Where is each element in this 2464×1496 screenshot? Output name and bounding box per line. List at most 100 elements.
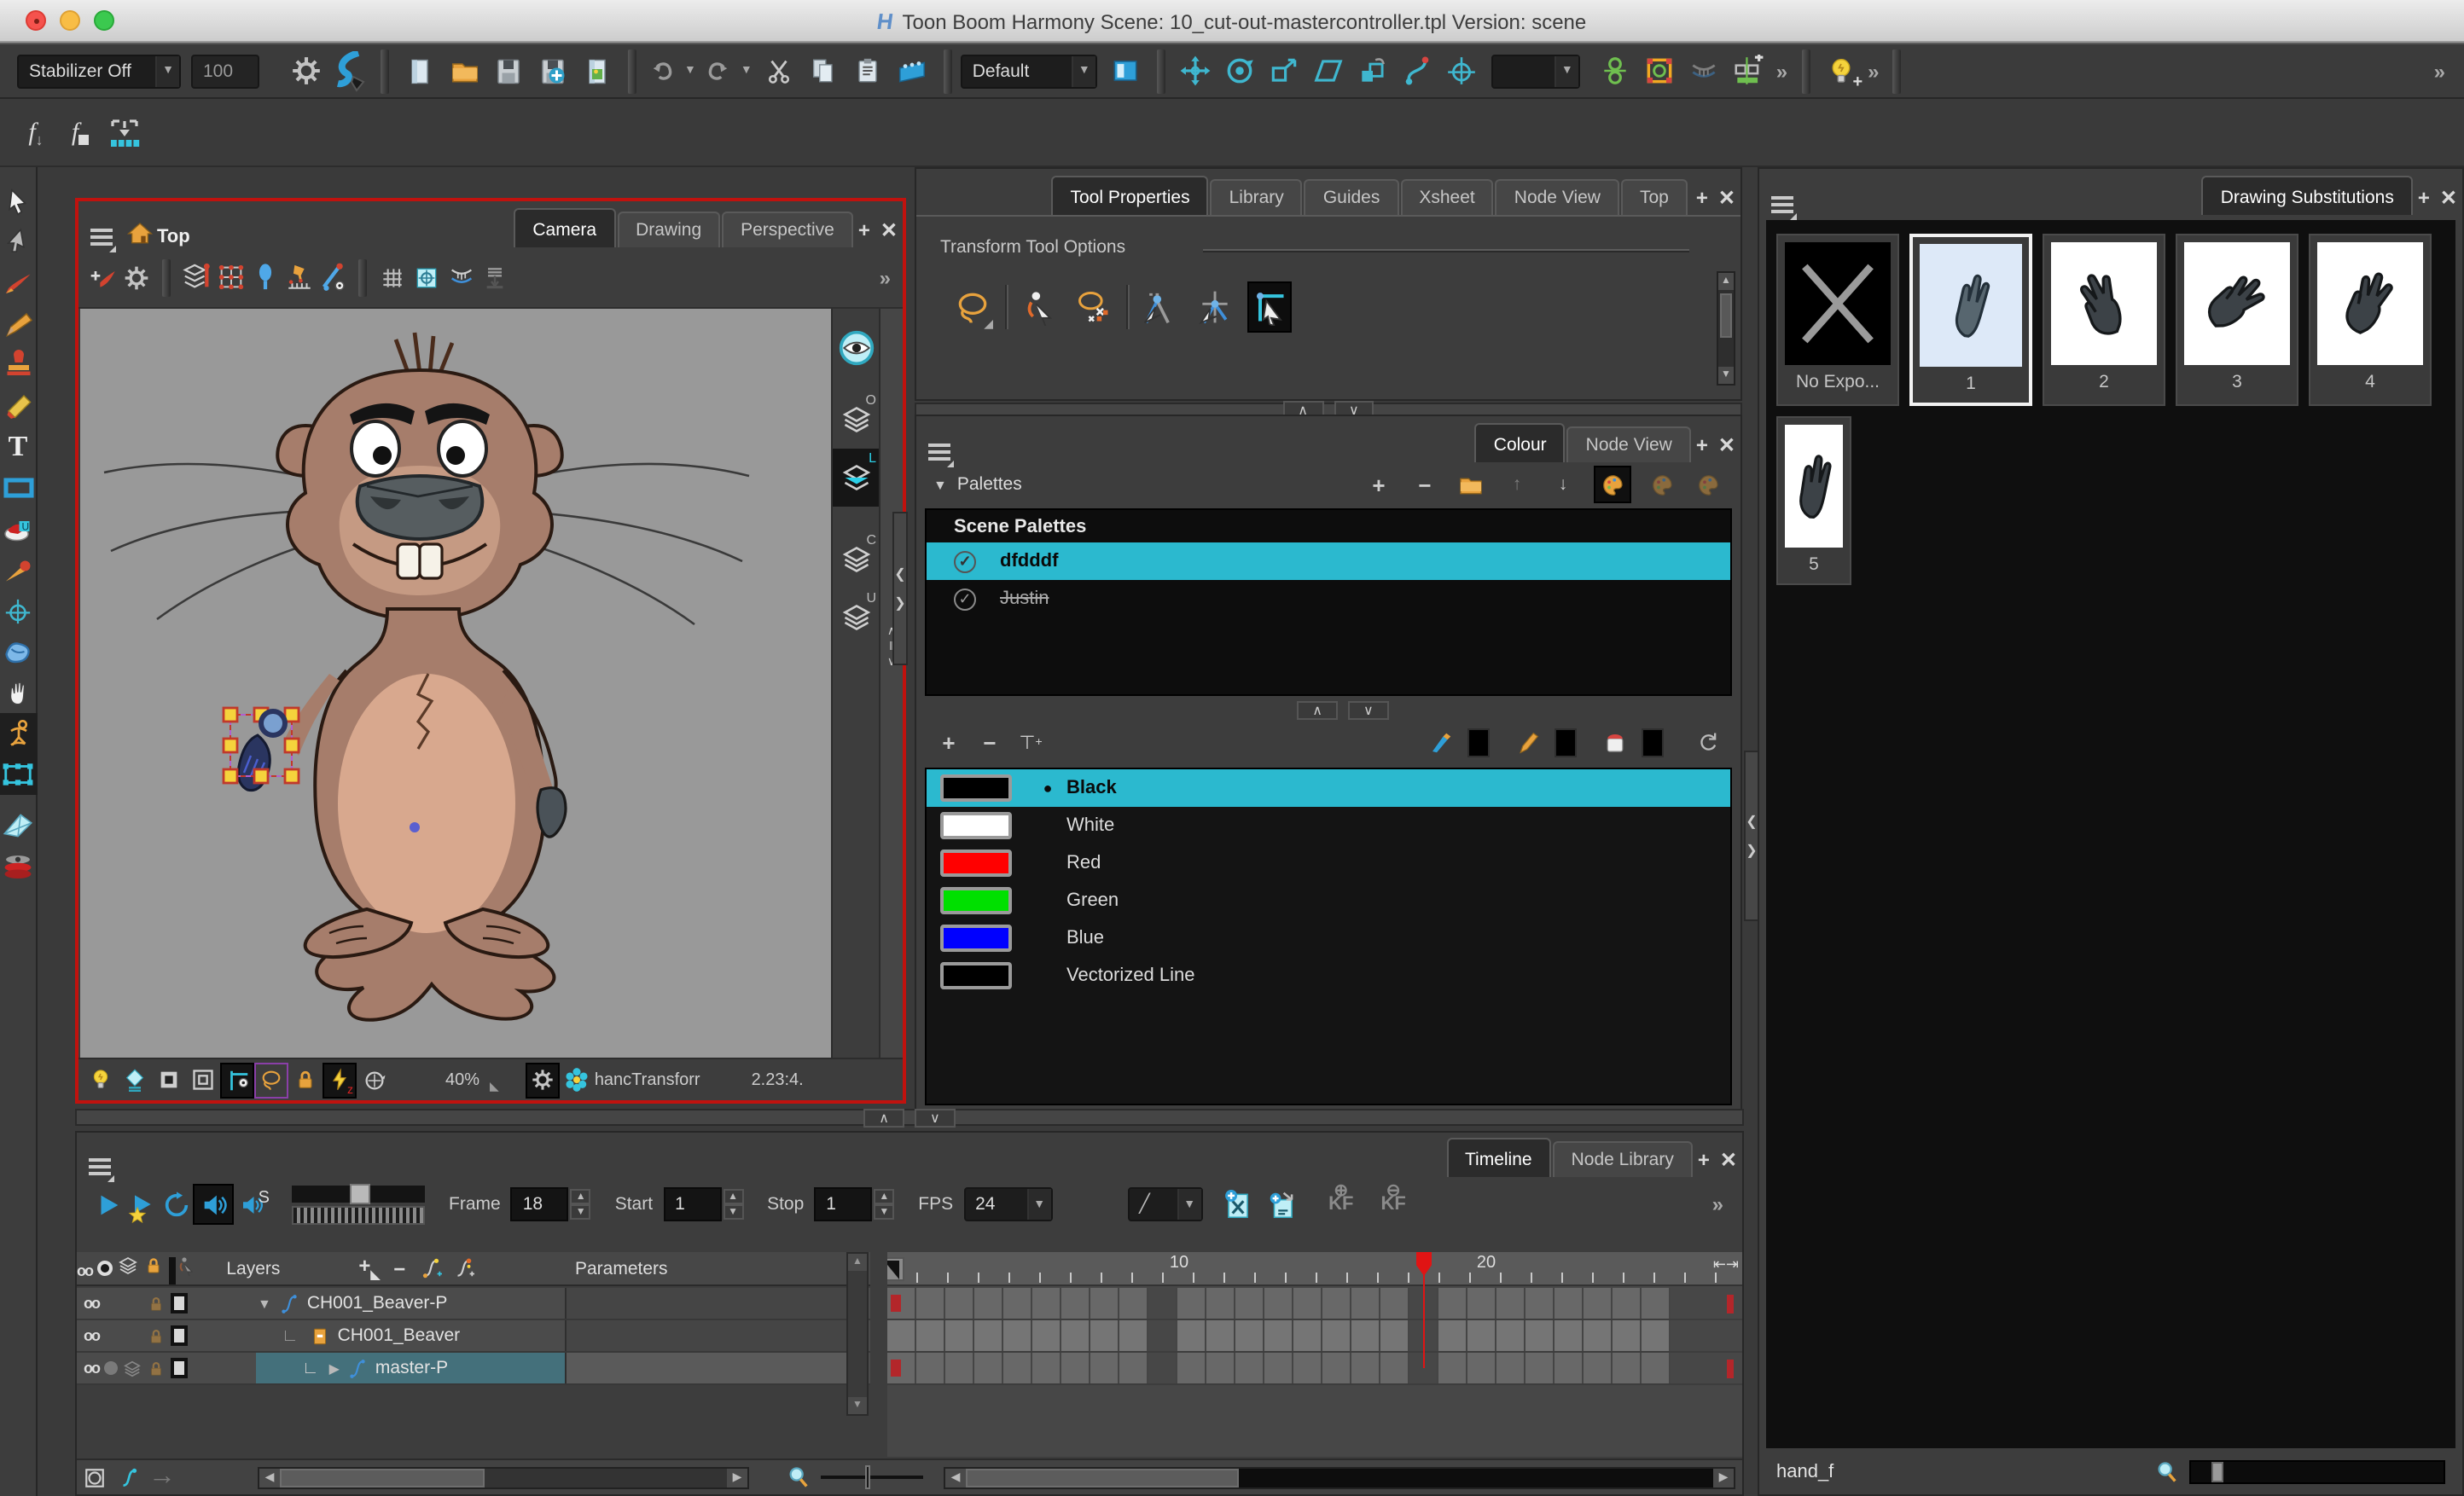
close-view-button[interactable]: ✕ bbox=[1713, 433, 1740, 457]
cinematic-button[interactable] bbox=[891, 49, 935, 93]
frame-cell[interactable] bbox=[1119, 1320, 1148, 1351]
frame-cell[interactable] bbox=[1061, 1320, 1090, 1351]
frame-cell[interactable] bbox=[1584, 1320, 1613, 1351]
loop-button[interactable] bbox=[159, 1182, 193, 1226]
eraser-tool[interactable] bbox=[0, 386, 37, 426]
frame-cell[interactable] bbox=[1177, 1288, 1206, 1319]
tab-colour[interactable]: Colour bbox=[1475, 423, 1566, 462]
add-palette-button[interactable]: + bbox=[1363, 469, 1394, 500]
animate-mode-tool[interactable] bbox=[0, 713, 37, 754]
dropper-tool[interactable] bbox=[0, 549, 37, 590]
onion-peg-button[interactable] bbox=[179, 255, 213, 299]
snap-mode-button[interactable] bbox=[1247, 281, 1292, 333]
tab-camera[interactable]: Camera bbox=[514, 208, 615, 247]
lock-all-icon[interactable] bbox=[143, 1255, 164, 1276]
close-view-button[interactable]: ✕ bbox=[1713, 186, 1740, 210]
frame-cell[interactable] bbox=[1032, 1320, 1061, 1351]
frame-cell[interactable] bbox=[1467, 1320, 1496, 1351]
frame-cell[interactable] bbox=[1293, 1353, 1322, 1383]
frame-cell[interactable] bbox=[1555, 1353, 1584, 1383]
vertical-splitter[interactable]: ❮❯ bbox=[892, 512, 908, 665]
ease-preset-dropdown[interactable]: ▼ bbox=[1491, 54, 1580, 88]
frame-cell[interactable] bbox=[887, 1320, 916, 1351]
parameters-cell[interactable] bbox=[565, 1288, 846, 1319]
frame-cell[interactable] bbox=[1090, 1288, 1119, 1319]
field-guide-button[interactable] bbox=[444, 255, 478, 299]
swatch-row-green[interactable]: Green bbox=[927, 882, 1730, 919]
delete-layer-button[interactable]: − bbox=[393, 1256, 405, 1280]
add-view-button[interactable]: + bbox=[2413, 186, 2435, 210]
display-dropdown[interactable]: Default▼ bbox=[961, 54, 1097, 88]
fps-dropdown[interactable]: 24▼ bbox=[963, 1187, 1052, 1221]
camera-right-scrollbar[interactable]: ∧‖∨ bbox=[879, 309, 903, 1058]
frame-cell[interactable] bbox=[1380, 1288, 1409, 1319]
thumbnail-size-slider[interactable] bbox=[2189, 1460, 2445, 1484]
play-selection-button[interactable] bbox=[125, 1182, 159, 1226]
cut-button[interactable] bbox=[758, 49, 802, 93]
close-view-button[interactable]: ✕ bbox=[2435, 186, 2462, 210]
expand-collapse-icon[interactable]: ▶ bbox=[329, 1360, 340, 1376]
light-table-icon[interactable] bbox=[84, 1062, 118, 1098]
harmony-brush-logo-icon[interactable] bbox=[328, 49, 372, 93]
layers-scrollbar[interactable]: ▲▼ bbox=[846, 1252, 869, 1416]
frame-cell[interactable] bbox=[1322, 1288, 1351, 1319]
blue-peg-button[interactable] bbox=[247, 255, 282, 299]
tab-guides[interactable]: Guides bbox=[1305, 179, 1399, 215]
frame-cell[interactable] bbox=[1148, 1320, 1177, 1351]
contour-editor-tool[interactable] bbox=[0, 631, 37, 672]
substitution-cell-3[interactable]: 3 bbox=[2176, 234, 2298, 406]
lasso-mode-icon[interactable] bbox=[254, 1062, 288, 1098]
substitution-cell-5[interactable]: 5 bbox=[1776, 416, 1851, 585]
palette-splitter[interactable]: ∧∨ bbox=[1223, 703, 1462, 718]
open-scene-button[interactable] bbox=[442, 49, 486, 93]
add-view-button[interactable]: + bbox=[1691, 433, 1713, 457]
maintain-size-tool-button[interactable] bbox=[1351, 49, 1396, 93]
toggle-underlay-mode[interactable]: U bbox=[832, 589, 880, 647]
move-palette-down-button[interactable]: ↓ bbox=[1548, 469, 1578, 500]
toolbar-overflow-chevron[interactable]: » bbox=[1863, 59, 1884, 83]
render-view-button[interactable] bbox=[1104, 49, 1148, 93]
frame-cell[interactable] bbox=[1613, 1288, 1642, 1319]
frame-cell[interactable] bbox=[1351, 1353, 1380, 1383]
select-tool[interactable] bbox=[0, 181, 37, 222]
undo-button[interactable] bbox=[645, 49, 679, 93]
paste-button[interactable] bbox=[846, 49, 891, 93]
ruler-resize-icon[interactable]: ⇤⇥ bbox=[1713, 1255, 1739, 1274]
layer-row-beaver[interactable]: oo ∟ CH001_Beaver bbox=[77, 1320, 870, 1353]
stamp-tool[interactable] bbox=[0, 345, 37, 386]
frame-cell[interactable] bbox=[1525, 1288, 1555, 1319]
colour-panel-menu-icon[interactable] bbox=[928, 444, 950, 462]
frame-cell[interactable] bbox=[1177, 1320, 1206, 1351]
frame-cell[interactable] bbox=[1467, 1288, 1496, 1319]
close-view-button[interactable]: ✕ bbox=[875, 218, 903, 242]
swatch-row-blue[interactable]: Blue bbox=[927, 919, 1730, 957]
layer-stack-icon[interactable] bbox=[118, 1255, 138, 1276]
spline-offset-tool-button[interactable] bbox=[1396, 49, 1440, 93]
frame-cell[interactable] bbox=[887, 1288, 916, 1319]
frame-cell[interactable] bbox=[1555, 1288, 1584, 1319]
redo-dropdown-arrow[interactable]: ▼ bbox=[735, 65, 758, 77]
add-drawing-layer-button[interactable] bbox=[85, 255, 119, 299]
frame-cell[interactable] bbox=[1090, 1320, 1119, 1351]
frame-cell[interactable] bbox=[1322, 1320, 1351, 1351]
save-button[interactable] bbox=[486, 49, 531, 93]
export-image-button[interactable] bbox=[575, 49, 619, 93]
move-palette-up-button[interactable]: ↑ bbox=[1502, 469, 1532, 500]
rectangle-tool[interactable] bbox=[0, 467, 37, 508]
zoom-level[interactable]: 40% bbox=[445, 1070, 479, 1089]
frame-cell[interactable] bbox=[1090, 1353, 1119, 1383]
stabilizer-dropdown[interactable]: Stabilizer Off▼ bbox=[17, 54, 181, 88]
substitution-cell-2[interactable]: 2 bbox=[2043, 234, 2165, 406]
follow-playhead-icon[interactable]: → bbox=[145, 1459, 179, 1495]
tab-drawing[interactable]: Drawing bbox=[617, 212, 720, 247]
figure-column-icon[interactable] bbox=[175, 1255, 195, 1276]
frame-cell[interactable] bbox=[1322, 1353, 1351, 1383]
parameters-cell[interactable] bbox=[565, 1320, 846, 1351]
add-light-button[interactable]: + bbox=[1818, 49, 1863, 93]
frame-cell[interactable] bbox=[1264, 1320, 1293, 1351]
swatch-row-red[interactable]: Red bbox=[927, 844, 1730, 882]
edit-palette-button[interactable] bbox=[1647, 469, 1677, 500]
frame-cell[interactable] bbox=[1525, 1353, 1555, 1383]
substitution-cell-1[interactable]: 1 bbox=[1909, 234, 2032, 406]
transform-selection-overlay[interactable] bbox=[80, 309, 831, 1058]
